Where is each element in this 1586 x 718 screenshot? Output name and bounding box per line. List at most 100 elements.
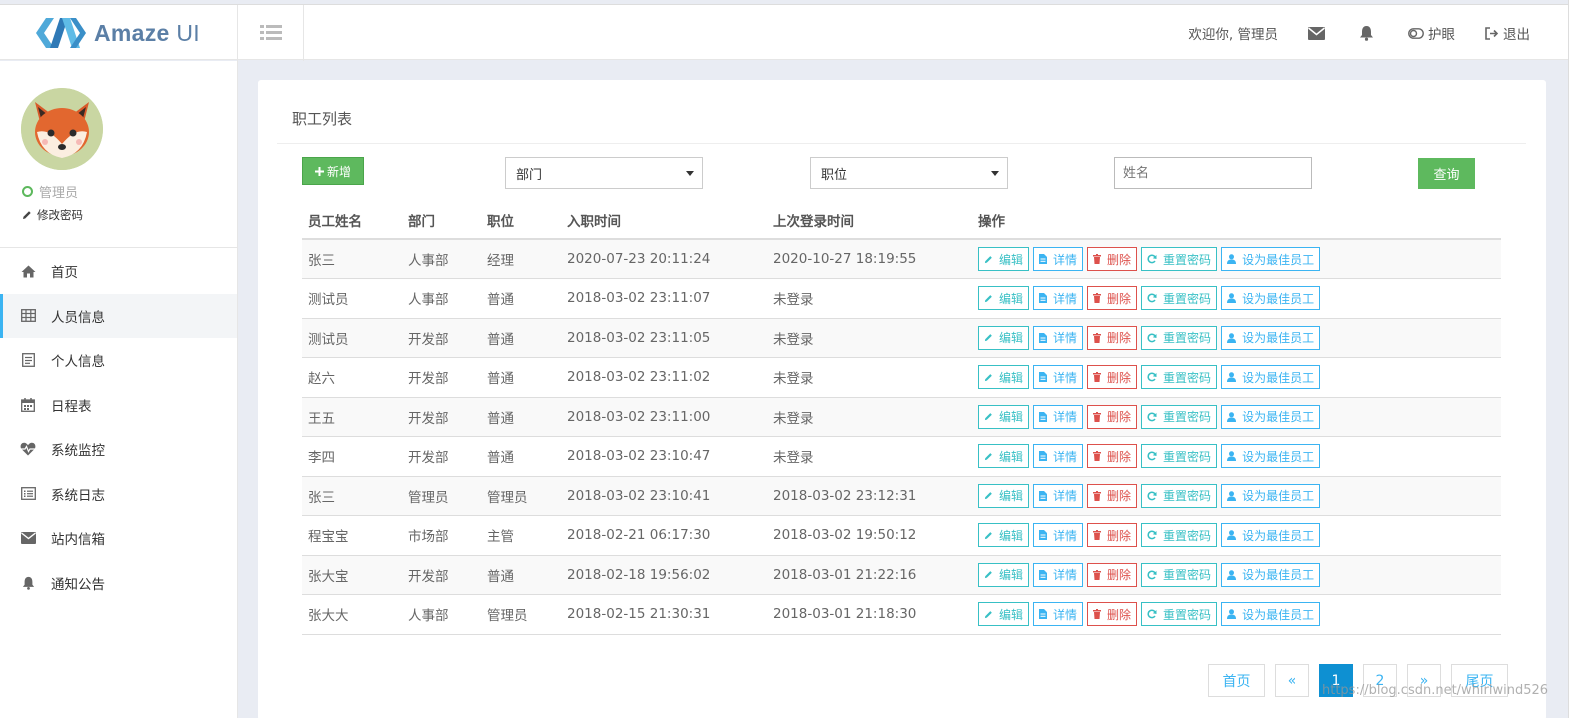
detail-button[interactable]: 详情	[1033, 444, 1084, 469]
chevron-down-icon	[991, 171, 999, 176]
set-best-employee-button[interactable]: 设为最佳员工	[1221, 602, 1321, 627]
query-button[interactable]: 查询	[1418, 158, 1475, 189]
delete-button[interactable]: 删除	[1087, 365, 1138, 390]
reset-password-button[interactable]: 重置密码	[1141, 286, 1218, 311]
delete-button[interactable]: 删除	[1087, 602, 1138, 627]
sign-out-icon	[1485, 26, 1499, 40]
eye-care-toggle[interactable]: 护眼	[1408, 23, 1455, 43]
set-best-employee-button-label: 设为最佳员工	[1242, 410, 1315, 425]
set-best-employee-button[interactable]: 设为最佳员工	[1221, 365, 1321, 390]
detail-button-label: 详情	[1053, 331, 1078, 346]
set-best-employee-button[interactable]: 设为最佳员工	[1221, 523, 1321, 548]
delete-button[interactable]: 删除	[1087, 325, 1138, 350]
calendar-icon	[20, 397, 36, 413]
mail-button[interactable]	[1308, 26, 1329, 40]
detail-button[interactable]: 详情	[1033, 404, 1084, 429]
detail-button[interactable]: 详情	[1033, 286, 1084, 311]
edit-button[interactable]: 编辑	[978, 602, 1030, 627]
reset-password-button[interactable]: 重置密码	[1141, 325, 1218, 350]
menu-toggle-button[interactable]	[238, 5, 304, 61]
reset-password-button[interactable]: 重置密码	[1141, 523, 1218, 548]
sidebar-item-schedule[interactable]: 日程表	[0, 383, 237, 428]
detail-button[interactable]: 详情	[1033, 325, 1084, 350]
reset-password-button[interactable]: 重置密码	[1141, 247, 1218, 271]
edit-button[interactable]: 编辑	[978, 523, 1030, 548]
reset-password-button[interactable]: 重置密码	[1141, 365, 1218, 390]
user-icon	[1227, 293, 1239, 304]
delete-button[interactable]: 删除	[1087, 483, 1138, 508]
edit-button[interactable]: 编辑	[978, 365, 1030, 390]
detail-button[interactable]: 详情	[1033, 365, 1084, 390]
sidebar-item-inbox[interactable]: 站内信箱	[0, 516, 237, 561]
pencil-icon	[984, 294, 996, 303]
position-select[interactable]: 职位	[810, 157, 1008, 189]
logo[interactable]: Amaze UI	[0, 5, 238, 61]
scrollbar-track[interactable]	[1568, 0, 1586, 718]
set-best-employee-button[interactable]: 设为最佳员工	[1221, 444, 1321, 469]
edit-button[interactable]: 编辑	[978, 247, 1030, 271]
cell-hire-time: 2018-03-02 23:11:00	[561, 397, 767, 437]
edit-button[interactable]: 编辑	[978, 483, 1030, 508]
name-search-input[interactable]	[1114, 157, 1312, 189]
edit-button[interactable]: 编辑	[978, 404, 1030, 429]
trash-icon	[1093, 490, 1104, 501]
set-best-employee-button[interactable]: 设为最佳员工	[1221, 325, 1321, 350]
sidebar-item-personal-info[interactable]: 个人信息	[0, 338, 237, 383]
cell-last-login: 未登录	[767, 436, 972, 477]
sidebar-item-home[interactable]: 首页	[0, 249, 237, 294]
sidebar-item-staff-info[interactable]: 人员信息	[0, 293, 237, 338]
delete-button[interactable]: 删除	[1087, 247, 1138, 271]
page-prev-button[interactable]: «	[1275, 664, 1309, 697]
edit-button[interactable]: 编辑	[978, 286, 1030, 311]
trash-icon	[1093, 451, 1104, 462]
reset-password-button[interactable]: 重置密码	[1141, 404, 1218, 429]
detail-button[interactable]: 详情	[1033, 602, 1084, 627]
col-header-hire-time: 入职时间	[561, 202, 767, 240]
edit-button[interactable]: 编辑	[978, 444, 1030, 469]
trash-icon	[1093, 411, 1104, 422]
reset-password-button[interactable]: 重置密码	[1141, 444, 1218, 469]
set-best-employee-button-label: 设为最佳员工	[1242, 291, 1315, 306]
edit-button[interactable]: 编辑	[978, 562, 1030, 587]
row-actions: 编辑 详情 删除 重置密码 设为最佳员工	[978, 247, 1501, 271]
add-staff-button[interactable]: 新增	[302, 157, 364, 185]
detail-button[interactable]: 详情	[1033, 562, 1084, 587]
file-icon	[1039, 569, 1050, 580]
sidebar-item-system-log[interactable]: 系统日志	[0, 472, 237, 517]
department-select[interactable]: 部门	[505, 157, 703, 189]
row-actions: 编辑 详情 删除 重置密码 设为最佳员工	[978, 444, 1501, 469]
notification-button[interactable]	[1359, 25, 1378, 41]
user-icon	[1227, 530, 1239, 541]
detail-button[interactable]: 详情	[1033, 483, 1084, 508]
trash-icon	[1093, 530, 1104, 541]
reset-password-button[interactable]: 重置密码	[1141, 562, 1218, 587]
file-icon	[1039, 254, 1050, 264]
delete-button[interactable]: 删除	[1087, 404, 1138, 429]
change-password-link[interactable]: 修改密码	[22, 207, 83, 223]
sidebar-item-system-monitor[interactable]: 系统监控	[0, 427, 237, 472]
delete-button[interactable]: 删除	[1087, 562, 1138, 587]
cell-position: 普通	[481, 436, 561, 477]
cell-position: 普通	[481, 397, 561, 437]
set-best-employee-button[interactable]: 设为最佳员工	[1221, 286, 1321, 311]
delete-button[interactable]: 删除	[1087, 523, 1138, 548]
set-best-employee-button[interactable]: 设为最佳员工	[1221, 483, 1321, 508]
detail-button[interactable]: 详情	[1033, 523, 1084, 548]
set-best-employee-button[interactable]: 设为最佳员工	[1221, 247, 1321, 271]
reset-password-button[interactable]: 重置密码	[1141, 483, 1218, 508]
refresh-icon	[1147, 530, 1160, 540]
cell-hire-time: 2018-03-02 23:11:05	[561, 318, 767, 358]
cell-hire-time: 2018-03-02 23:10:47	[561, 436, 767, 477]
logout-button[interactable]: 退出	[1485, 23, 1530, 43]
detail-button[interactable]: 详情	[1033, 247, 1084, 271]
edit-button[interactable]: 编辑	[978, 325, 1030, 350]
delete-button[interactable]: 删除	[1087, 444, 1138, 469]
delete-button[interactable]: 删除	[1087, 286, 1138, 311]
cell-hire-time: 2018-02-18 19:56:02	[561, 555, 767, 595]
cell-hire-time: 2018-02-15 21:30:31	[561, 594, 767, 635]
page-first-button[interactable]: 首页	[1208, 664, 1265, 697]
set-best-employee-button[interactable]: 设为最佳员工	[1221, 562, 1321, 587]
reset-password-button[interactable]: 重置密码	[1141, 602, 1218, 627]
set-best-employee-button[interactable]: 设为最佳员工	[1221, 404, 1321, 429]
sidebar-item-notice[interactable]: 通知公告	[0, 561, 237, 606]
